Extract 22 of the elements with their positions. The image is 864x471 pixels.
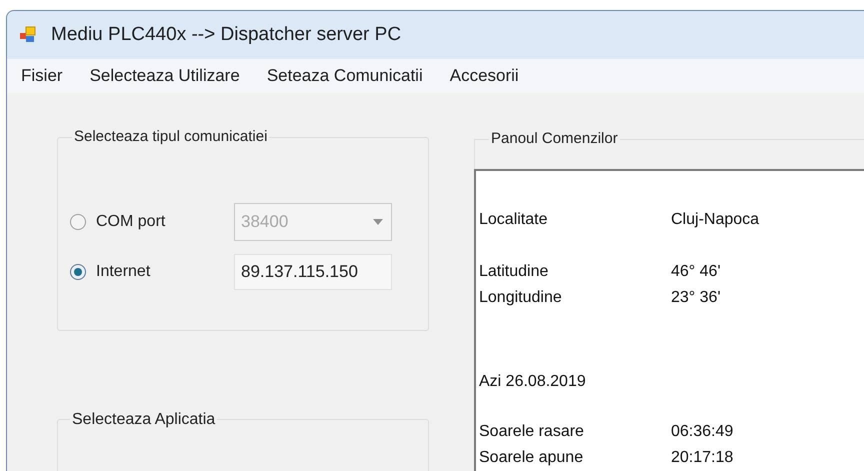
info-label: Longitudine (479, 288, 563, 308)
dropdown-arrow-icon (373, 219, 383, 225)
info-label: Soarele rasare (479, 422, 585, 442)
ip-address-field[interactable]: 89.137.115.150 (234, 254, 392, 290)
radio-label: COM port (96, 212, 166, 232)
menu-item[interactable]: Fisier (21, 63, 63, 89)
info-value: 06:36:49 (671, 422, 734, 442)
info-value: 20:17:18 (671, 448, 734, 468)
radio-label: Internet (96, 262, 152, 282)
info-value: 46° 46' (671, 262, 720, 282)
radio-button[interactable] (70, 264, 86, 280)
info-label: Latitudine (479, 262, 550, 282)
menu-item[interactable]: Accesorii (450, 63, 519, 89)
info-value: 23° 36' (671, 288, 720, 308)
app-icon (19, 26, 37, 44)
menu-item[interactable]: Selecteaza Utilizare (90, 63, 240, 89)
info-label: Soarele apune (479, 448, 584, 468)
info-value: Cluj-Napoca (671, 210, 760, 230)
menu-item[interactable]: Seteaza Comunicatii (266, 63, 423, 89)
info-label: Localitate (479, 210, 548, 230)
window-title: Mediu PLC440x --> Dispatcher server PC (51, 22, 402, 47)
info-label: Azi 26.08.2019 (479, 372, 587, 392)
